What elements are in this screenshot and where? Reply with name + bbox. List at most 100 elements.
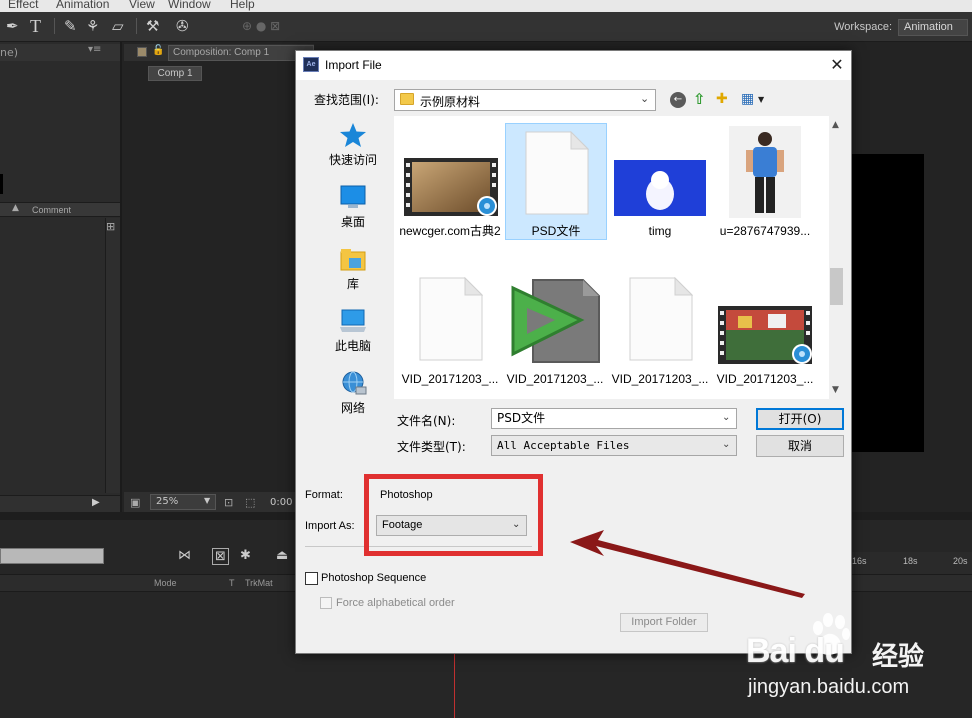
tools-toolbar: ✒ T ✎ ⚘ ▱ ⚒ ✇ ⊕ ● ⊠ (0, 12, 972, 42)
comp-flow-icon[interactable]: ⋈ (178, 548, 191, 563)
chevron-down-icon[interactable]: ⌄ (640, 92, 649, 105)
place-label: 快速访问 (328, 153, 377, 167)
document-icon (629, 277, 693, 361)
computer-icon (340, 309, 366, 332)
dialog-title: Import File (325, 58, 382, 72)
chevron-down-icon[interactable]: ⌄ (722, 439, 730, 450)
scroll-right-icon[interactable]: ▶ (92, 497, 100, 508)
import-as-label: Import As: (305, 520, 355, 532)
chevron-down-icon[interactable]: ⌄ (722, 412, 730, 423)
file-item[interactable]: VID_20171203_... (713, 272, 817, 389)
video-thumbnail-icon (404, 158, 498, 216)
file-name-input[interactable]: PSD文件 (491, 408, 737, 429)
comment-column-header[interactable]: Comment (32, 205, 71, 215)
timeline-search-input[interactable] (0, 548, 104, 564)
file-item[interactable]: VID_20171203_... (608, 272, 712, 389)
place-library[interactable]: 库 (318, 246, 388, 292)
fit-view-icon[interactable]: ⊡ (224, 496, 233, 509)
file-type-label: 文件类型(T): (397, 440, 466, 454)
menu-effect[interactable]: Effect (8, 0, 38, 11)
menu-view[interactable]: View (129, 0, 155, 11)
type-tool-icon[interactable]: T (30, 16, 41, 36)
force-alphabetical-checkbox[interactable] (320, 597, 332, 609)
photoshop-sequence-checkbox[interactable] (305, 572, 318, 585)
close-icon[interactable]: ✕ (826, 54, 848, 76)
file-label: timg (648, 224, 672, 238)
chevron-down-icon[interactable]: ▼ (832, 385, 839, 395)
video-thumbnail-icon (718, 306, 812, 364)
place-quick-access[interactable]: 快速访问 (318, 122, 388, 168)
chevron-down-icon[interactable]: ▼ (204, 496, 210, 505)
import-folder-button[interactable]: Import Folder (620, 613, 708, 632)
file-list-scrollbar[interactable] (829, 116, 844, 399)
back-arrow-icon[interactable]: ← (670, 92, 686, 108)
workspace-label: Workspace: (834, 21, 892, 33)
panel-menu-icon[interactable]: ▾≡ (88, 44, 101, 55)
toolbar-separator (136, 18, 137, 34)
menu-animation[interactable]: Animation (56, 0, 109, 11)
workspace-select[interactable]: Animation (898, 19, 968, 36)
file-item[interactable]: VID_20171203_... (503, 272, 607, 389)
puppet-pin-icon[interactable]: ✇ (176, 16, 189, 36)
place-label: 网络 (340, 401, 365, 415)
file-label: VID_20171203_... (506, 372, 604, 386)
pen-tool-icon[interactable]: ✒ (6, 16, 19, 36)
sort-triangle-icon[interactable]: ▲ (12, 203, 19, 213)
place-desktop[interactable]: 桌面 (318, 184, 388, 230)
t-column-header[interactable]: T (229, 578, 235, 588)
draft-3d-icon[interactable]: ⊠ (212, 548, 229, 565)
look-in-value: 示例原材料 (420, 95, 481, 109)
file-item-selected[interactable]: PSD文件 (504, 123, 608, 240)
project-scrollbar[interactable] (105, 218, 120, 493)
toolbar-separator (54, 18, 55, 34)
motion-blur-icon[interactable]: ✱ (240, 548, 251, 563)
cancel-button[interactable]: 取消 (756, 435, 844, 457)
chevron-down-icon[interactable]: ▼ (758, 95, 764, 104)
current-time[interactable]: 0:00 (270, 497, 292, 508)
new-folder-icon[interactable]: ✚ (716, 91, 728, 107)
roto-brush-icon[interactable]: ⚒ (146, 16, 159, 36)
mode-column-header[interactable]: Mode (154, 578, 177, 588)
region-icon[interactable]: ⬚ (245, 496, 255, 509)
place-this-pc[interactable]: 此电脑 (318, 308, 388, 354)
composition-canvas[interactable] (848, 154, 924, 452)
graph-editor-icon[interactable]: ⏏ (276, 548, 288, 563)
file-item[interactable]: u=2876747939... (713, 123, 817, 240)
grid-icon[interactable]: ▣ (130, 496, 140, 509)
media-player-icon (511, 279, 600, 363)
clone-stamp-icon[interactable]: ⚘ (86, 16, 99, 36)
open-button[interactable]: 打开(O) (756, 408, 844, 430)
ruler-tick: 20s (953, 556, 968, 566)
place-label: 此电脑 (334, 339, 371, 353)
menu-bar: Effect Animation View Window Help (0, 0, 972, 12)
playhead[interactable] (454, 652, 455, 718)
brush-tool-icon[interactable]: ✎ (64, 16, 77, 36)
file-item[interactable]: VID_20171203_... (398, 272, 502, 389)
view-menu-icon[interactable]: ▦ (741, 91, 754, 107)
lock-icon[interactable]: 🔓 (152, 45, 164, 56)
file-item[interactable]: timg (608, 123, 712, 240)
up-folder-icon[interactable]: ⇧ (693, 90, 706, 108)
ruler-tick: 18s (903, 556, 918, 566)
trkmat-column-header[interactable]: TrkMat (245, 578, 273, 588)
network-icon (342, 371, 367, 395)
comp-1-subtab[interactable]: Comp 1 (148, 66, 202, 81)
photoshop-sequence-label[interactable]: Photoshop Sequence (321, 572, 426, 584)
scrollbar-thumb[interactable] (830, 268, 843, 305)
axis-mode-icon[interactable]: ⊕ ● ⊠ (242, 16, 280, 36)
file-type-select[interactable]: All Acceptable Files (491, 435, 737, 456)
menu-window[interactable]: Window (168, 0, 211, 11)
library-icon (340, 249, 366, 271)
file-item[interactable]: newcger.com古典2 (398, 123, 502, 258)
flowchart-icon[interactable]: ⊞ (106, 220, 115, 233)
place-label: 桌面 (340, 215, 365, 229)
composition-tab[interactable]: Composition: Comp 1 (168, 45, 314, 61)
menu-help[interactable]: Help (230, 0, 255, 11)
file-label: VID_20171203_... (611, 372, 709, 386)
eraser-tool-icon[interactable]: ▱ (112, 16, 124, 36)
look-in-label: 查找范围(I): (314, 93, 379, 107)
places-bar: 快速访问 桌面 库 此电脑 网络 (318, 116, 388, 428)
chevron-up-icon[interactable]: ▲ (832, 120, 839, 130)
place-network[interactable]: 网络 (318, 370, 388, 416)
image-thumbnail-icon (614, 160, 706, 216)
